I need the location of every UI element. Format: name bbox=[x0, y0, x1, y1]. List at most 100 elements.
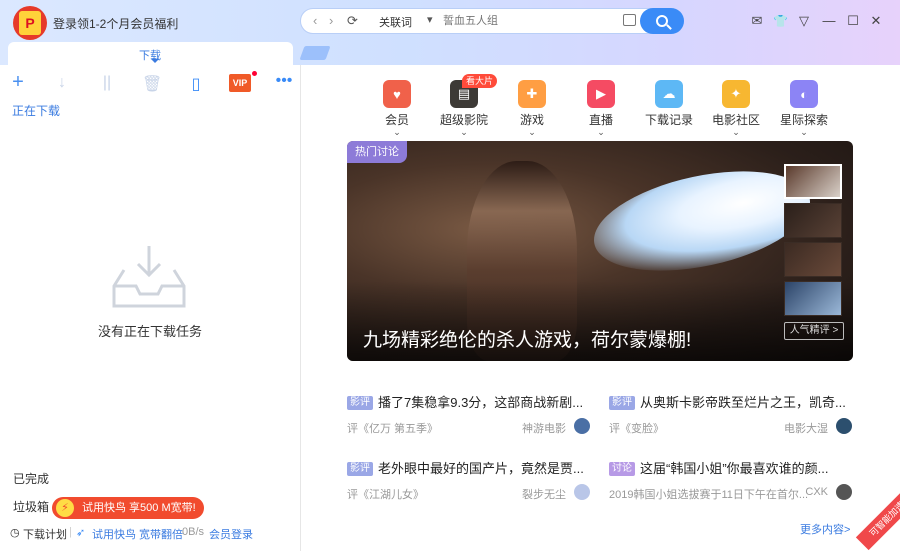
vip-button[interactable]: VIP bbox=[229, 74, 251, 92]
trial-speedup-link[interactable]: 试用快鸟 宽带翻倍 bbox=[92, 526, 183, 542]
category-0[interactable]: ♥ 会员 ⌄ bbox=[369, 80, 425, 137]
more-button[interactable]: ••• bbox=[274, 72, 294, 90]
avatar-logo: P bbox=[19, 11, 41, 35]
news-source[interactable]: 神游电影 bbox=[522, 420, 566, 436]
news-source[interactable]: CXK bbox=[805, 486, 828, 498]
news-title[interactable]: 从奥斯卡影帝跌至烂片之王，凯奇... bbox=[640, 395, 846, 410]
gamepad-icon: ✚ bbox=[518, 80, 546, 108]
tab-strip: 下载 bbox=[0, 42, 900, 65]
maximize-button[interactable]: ☐ bbox=[846, 14, 860, 28]
forward-icon[interactable]: › bbox=[329, 13, 333, 28]
news-title[interactable]: 老外眼中最好的国产片，竟然是贾... bbox=[378, 461, 584, 476]
title-bar: P 登录领1-2个月会员福利 ‹ › ⟳ 关联词 ▾ ✉ 👕 ▽ — ☐ ✕ 下… bbox=[0, 0, 900, 65]
close-button[interactable]: ✕ bbox=[869, 14, 883, 28]
news-chip: 影评 bbox=[347, 462, 373, 476]
downloading-label[interactable]: 正在下载 bbox=[12, 102, 60, 119]
tab-download[interactable]: 下载 bbox=[8, 42, 293, 65]
keyword-selector[interactable]: 关联词 bbox=[379, 14, 412, 30]
news-meta[interactable]: 2019韩国小姐选拔赛于11日下午在首尔... bbox=[609, 489, 808, 501]
planet-icon: ◐ bbox=[790, 80, 818, 108]
menu-icon[interactable]: ▽ bbox=[797, 14, 811, 28]
news-meta[interactable]: 评《亿万 第五季》 bbox=[347, 423, 438, 435]
news-chip: 影评 bbox=[347, 396, 373, 410]
pane-divider bbox=[300, 65, 301, 551]
chevron-down-icon[interactable]: ▾ bbox=[427, 13, 433, 26]
hero-title[interactable]: 九场精彩绝伦的杀人游戏，荷尔蒙爆棚! bbox=[363, 325, 691, 352]
more-content-link[interactable]: 更多内容> bbox=[800, 521, 850, 537]
extension-icon[interactable] bbox=[623, 14, 636, 26]
news-title-row[interactable]: 影评 播了7集稳拿9.3分，这部商战新剧... bbox=[347, 392, 592, 411]
news-meta[interactable]: 评《变脸》 bbox=[609, 423, 664, 435]
chevron-down-icon[interactable]: ⌄ bbox=[369, 128, 425, 137]
pause-button[interactable]: || bbox=[97, 74, 117, 92]
clock-icon: ◷ bbox=[10, 527, 20, 539]
chevron-down-icon[interactable]: ⌄ bbox=[573, 128, 629, 137]
chevron-down-icon[interactable]: ⌄ bbox=[504, 128, 560, 137]
completed-label[interactable]: 已完成 bbox=[13, 470, 49, 487]
search-input[interactable] bbox=[443, 13, 613, 29]
category-6[interactable]: ◐ 星际探索 ⌄ bbox=[776, 80, 832, 137]
new-tab-button[interactable] bbox=[299, 46, 331, 60]
source-avatar[interactable] bbox=[836, 484, 852, 500]
news-meta-row: 评《亿万 第五季》 神游电影 bbox=[347, 418, 592, 436]
news-item[interactable]: 讨论 这届“韩国小姐”你最喜欢谁的颜... 2019韩国小姐选拔赛于11日下午在首尔… bbox=[609, 458, 854, 501]
chevron-down-icon[interactable]: ⌄ bbox=[776, 128, 832, 137]
hero-banner[interactable]: 热门讨论 九场精彩绝伦的杀人游戏，荷尔蒙爆棚! 人气精评 > bbox=[347, 141, 853, 361]
news-chip: 影评 bbox=[609, 396, 635, 410]
category-1[interactable]: ▤ 超级影院 ⌄ bbox=[436, 80, 492, 137]
news-source[interactable]: 裂步无尘 bbox=[522, 486, 566, 502]
category-label: 游戏 bbox=[519, 113, 544, 127]
news-title-row[interactable]: 影评 从奥斯卡影帝跌至烂片之王，凯奇... bbox=[609, 392, 854, 411]
popular-reviews-button[interactable]: 人气精评 > bbox=[784, 322, 844, 340]
news-title-row[interactable]: 讨论 这届“韩国小姐”你最喜欢谁的颜... bbox=[609, 458, 854, 477]
member-login-link[interactable]: 会员登录 bbox=[209, 526, 253, 542]
source-avatar[interactable] bbox=[574, 418, 590, 434]
mail-icon[interactable]: ✉ bbox=[750, 14, 764, 28]
news-title-row[interactable]: 影评 老外眼中最好的国产片，竟然是贾... bbox=[347, 458, 592, 477]
trial-promo-badge[interactable]: ⚡ 试用快鸟 享500 M宽带! bbox=[52, 497, 204, 519]
notification-dot bbox=[252, 71, 257, 76]
minimize-button[interactable]: — bbox=[822, 14, 836, 28]
news-meta-row: 评《江湖儿女》 裂步无尘 bbox=[347, 484, 592, 502]
trash-label[interactable]: 垃圾箱 bbox=[13, 498, 49, 515]
back-icon[interactable]: ‹ bbox=[313, 13, 317, 28]
news-item[interactable]: 影评 从奥斯卡影帝跌至烂片之王，凯奇... 评《变脸》 电影大湿 bbox=[609, 392, 854, 436]
news-item[interactable]: 影评 老外眼中最好的国产片，竟然是贾... 评《江湖儿女》 裂步无尘 bbox=[347, 458, 592, 502]
thumbnail-1[interactable] bbox=[784, 164, 842, 199]
refresh-icon[interactable]: ⟳ bbox=[347, 13, 358, 29]
start-download-button[interactable]: ↓ bbox=[52, 74, 72, 92]
category-label: 会员 bbox=[384, 113, 409, 127]
skin-icon[interactable]: 👕 bbox=[773, 14, 788, 28]
download-panel: + ↓ || 🗑 ▯ VIP ••• 正在下载 没有正在下载任务 已完成 垃圾箱… bbox=[0, 65, 300, 551]
source-avatar[interactable] bbox=[836, 418, 852, 434]
category-2[interactable]: ✚ 游戏 ⌄ bbox=[504, 80, 560, 137]
news-title[interactable]: 这届“韩国小姐”你最喜欢谁的颜... bbox=[640, 461, 829, 476]
add-task-button[interactable]: + bbox=[8, 71, 28, 94]
tv-icon: ▶ bbox=[587, 80, 615, 108]
news-item[interactable]: 影评 播了7集稳拿9.3分，这部商战新剧... 评《亿万 第五季》 神游电影 bbox=[347, 392, 592, 436]
search-button[interactable] bbox=[640, 8, 684, 34]
heart-icon: ♥ bbox=[383, 80, 411, 108]
thumbnail-4[interactable] bbox=[784, 281, 842, 316]
category-4[interactable]: ☁ 下载记录 bbox=[641, 80, 697, 128]
download-schedule-link[interactable]: 下载计划 bbox=[23, 526, 67, 542]
user-avatar[interactable]: P bbox=[13, 6, 47, 40]
source-avatar[interactable] bbox=[574, 484, 590, 500]
chevron-down-icon[interactable]: ⌄ bbox=[436, 128, 492, 137]
corner-ribbon[interactable]: 可智能加速 bbox=[855, 487, 900, 551]
chevron-down-icon[interactable]: ⌄ bbox=[708, 128, 764, 137]
delete-button[interactable]: 🗑 bbox=[142, 74, 162, 94]
hot-badge: 看大片 bbox=[462, 74, 498, 88]
empty-state-text: 没有正在下载任务 bbox=[97, 324, 202, 339]
login-promo-link[interactable]: 登录领1-2个月会员福利 bbox=[53, 15, 178, 32]
category-label: 直播 bbox=[588, 113, 613, 127]
news-source[interactable]: 电影大湿 bbox=[784, 420, 828, 436]
phone-icon[interactable]: ▯ bbox=[186, 74, 206, 94]
news-meta[interactable]: 评《江湖儿女》 bbox=[347, 489, 424, 501]
category-3[interactable]: ▶ 直播 ⌄ bbox=[573, 80, 629, 137]
news-title[interactable]: 播了7集稳拿9.3分，这部商战新剧... bbox=[378, 395, 583, 410]
category-5[interactable]: ✦ 电影社区 ⌄ bbox=[708, 80, 764, 137]
thumbnail-2[interactable] bbox=[784, 203, 842, 238]
thumbnail-3[interactable] bbox=[784, 242, 842, 277]
hot-discussion-tag: 热门讨论 bbox=[347, 141, 407, 163]
